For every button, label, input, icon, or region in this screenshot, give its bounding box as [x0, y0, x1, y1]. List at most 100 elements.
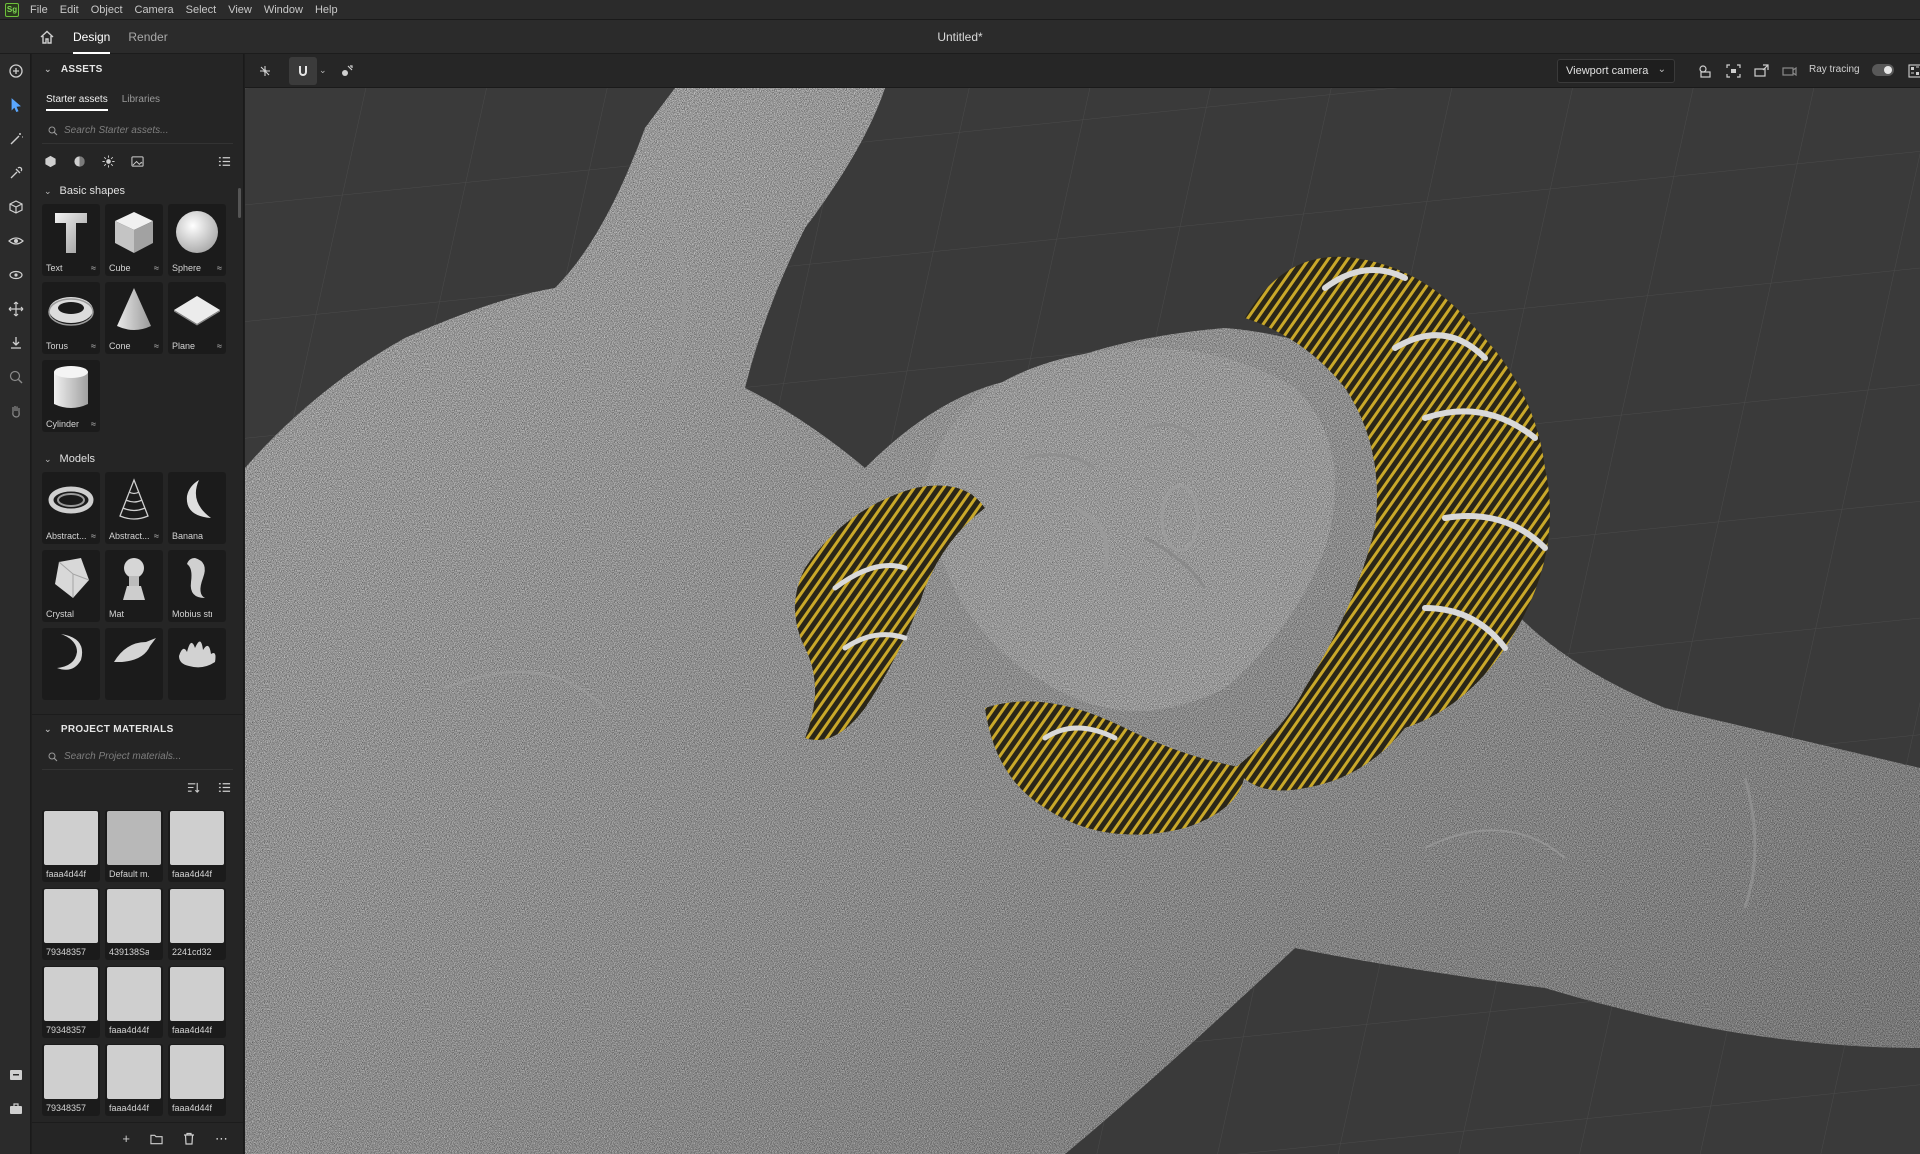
select-tool[interactable] [0, 88, 31, 122]
models-header[interactable]: ⌄ Models [32, 446, 243, 472]
tile-label: Crystal [46, 609, 75, 619]
frame-button[interactable] [1719, 57, 1747, 85]
home-button[interactable] [30, 20, 64, 54]
magnet-button[interactable] [289, 56, 317, 85]
material-tile[interactable]: Default m... [105, 810, 163, 882]
menu-camera[interactable]: Camera [130, 4, 181, 16]
assets-search [42, 118, 233, 144]
eyedropper-tool[interactable] [0, 156, 31, 190]
panel-scrollbar[interactable] [238, 188, 241, 218]
list-view-icon[interactable] [218, 781, 231, 794]
material-tile[interactable]: faaa4d44f... [168, 810, 226, 882]
menu-edit[interactable]: Edit [55, 4, 86, 16]
shape-tile-sphere[interactable]: Sphere ≈ [168, 204, 226, 276]
tab-libraries[interactable]: Libraries [122, 88, 160, 111]
options-icon[interactable]: ≈ [154, 341, 159, 351]
material-tile[interactable]: faaa4d44f... [168, 1044, 226, 1116]
material-swatch [107, 1045, 161, 1099]
options-icon[interactable]: ≈ [91, 341, 96, 351]
tab-starter-assets[interactable]: Starter assets [46, 88, 108, 111]
material-tile[interactable]: 793483574... [42, 966, 100, 1038]
camera-bookmark-button[interactable] [1691, 57, 1719, 85]
crystal-icon [55, 558, 90, 598]
menu-object[interactable]: Object [86, 4, 130, 16]
basic-shapes-header[interactable]: ⌄ Basic shapes [32, 178, 243, 204]
add-icon[interactable]: + [122, 1131, 130, 1146]
material-filter-icon[interactable] [73, 155, 86, 168]
add-tool[interactable] [0, 54, 31, 88]
image-filter-icon[interactable] [131, 155, 144, 168]
material-tile[interactable]: faaa4d44f... [105, 1044, 163, 1116]
transform-button[interactable] [251, 57, 279, 85]
model-tile-splash[interactable] [168, 628, 226, 700]
model-tile-banana[interactable]: Banana [168, 472, 226, 544]
material-tile[interactable]: faaa4d44f... [105, 966, 163, 1038]
materials-search-input[interactable] [64, 751, 224, 762]
ray-tracing-toggle[interactable] [1872, 64, 1894, 76]
camera-export-button[interactable] [1747, 57, 1775, 85]
snap-button[interactable] [333, 57, 361, 85]
sort-icon[interactable] [187, 781, 200, 794]
material-tile[interactable]: 439138Sac... [105, 888, 163, 960]
menu-view[interactable]: View [223, 4, 259, 16]
shape-tile-torus[interactable]: Torus ≈ [42, 282, 100, 354]
render-settings-button[interactable] [1901, 57, 1920, 85]
shape-tile-text[interactable]: Text ≈ [42, 204, 100, 276]
tab-render[interactable]: Render [119, 20, 176, 54]
options-icon[interactable]: ≈ [154, 263, 159, 273]
material-tile[interactable]: 2241cd328... [168, 888, 226, 960]
options-icon[interactable]: ≈ [154, 531, 159, 541]
shape-tile-cone[interactable]: Cone ≈ [105, 282, 163, 354]
options-icon[interactable]: ≈ [91, 419, 96, 429]
material-swatch [107, 967, 161, 1021]
tab-design[interactable]: Design [64, 20, 119, 54]
options-icon[interactable]: ≈ [91, 263, 96, 273]
move-tool[interactable] [0, 292, 31, 326]
model-tile-crystal[interactable]: Crystal [42, 550, 100, 622]
shape-tile-plane[interactable]: Plane ≈ [168, 282, 226, 354]
options-icon[interactable]: ≈ [91, 531, 96, 541]
model-tile-mobius[interactable]: Mobius strip [168, 550, 226, 622]
orbit-tool[interactable] [0, 258, 31, 292]
folder-icon[interactable] [150, 1133, 163, 1145]
chevron-down-icon[interactable]: ⌄ [319, 65, 327, 76]
project-materials-header[interactable]: ⌄ PROJECT MATERIALS [32, 714, 243, 744]
model-tile-abstract-2[interactable]: Abstract... ≈ [105, 472, 163, 544]
menu-select[interactable]: Select [181, 4, 224, 16]
view-tool[interactable] [0, 224, 31, 258]
tile-label: Cylinder [46, 419, 80, 429]
material-tile[interactable]: faaa4d44f... [168, 966, 226, 1038]
options-icon[interactable]: ≈ [217, 341, 222, 351]
drop-to-ground-tool[interactable] [0, 326, 31, 360]
material-tile[interactable]: 793483574... [42, 1044, 100, 1116]
assets-search-input[interactable] [64, 125, 224, 136]
model-tile-bird[interactable] [105, 628, 163, 700]
cube-tool[interactable] [0, 190, 31, 224]
zoom-tool[interactable] [0, 360, 31, 394]
shape-tile-cylinder[interactable]: Cylinder ≈ [42, 360, 100, 432]
shape-tile-cube[interactable]: Cube ≈ [105, 204, 163, 276]
menu-help[interactable]: Help [310, 4, 345, 16]
camera-view-button[interactable] [1775, 57, 1803, 85]
hand-tool[interactable] [0, 394, 31, 428]
options-icon[interactable]: ≈ [217, 263, 222, 273]
briefcase-tool[interactable] [0, 1092, 31, 1126]
trash-icon[interactable] [183, 1132, 195, 1145]
menu-window[interactable]: Window [259, 4, 310, 16]
material-tile[interactable]: faaa4d44f... [42, 810, 100, 882]
model-tile-abstract-1[interactable]: Abstract... ≈ [42, 472, 100, 544]
more-icon[interactable]: ⋯ [215, 1131, 228, 1147]
camera-select[interactable]: Viewport camera ⌄ [1557, 59, 1675, 83]
magic-wand-tool[interactable] [0, 122, 31, 156]
model-tile-ring[interactable] [42, 628, 100, 700]
archive-tool[interactable] [0, 1058, 31, 1092]
viewport-canvas[interactable] [245, 88, 1920, 1154]
light-filter-icon[interactable] [102, 154, 115, 168]
model-filter-icon[interactable] [44, 155, 57, 168]
assets-header[interactable]: ⌄ ASSETS [32, 54, 243, 84]
model-tile-mat[interactable]: Mat [105, 550, 163, 622]
list-view-icon[interactable] [218, 155, 231, 168]
asset-filter-row [32, 144, 243, 178]
menu-file[interactable]: File [25, 4, 55, 16]
material-tile[interactable]: 793483574... [42, 888, 100, 960]
